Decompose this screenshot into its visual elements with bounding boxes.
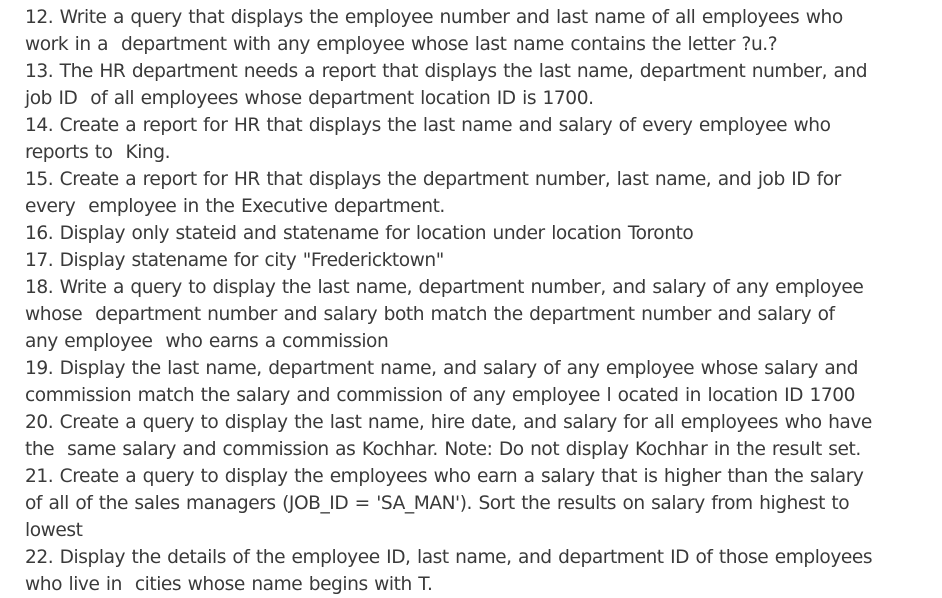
text-line: job ID of all employees whose department… — [25, 88, 594, 109]
text-line: 14. Create a report for HR that displays… — [25, 115, 831, 136]
text-line: work in a department with any employee w… — [25, 34, 778, 55]
text-line: every employee in the Executive departme… — [25, 196, 445, 217]
text-line: 21. Create a query to display the employ… — [25, 466, 864, 487]
text-line: lowest — [25, 520, 83, 541]
text-line: 22. Display the details of the employee … — [25, 547, 873, 568]
text-line: who live in cities whose name begins wit… — [25, 574, 433, 595]
text-line: reports to King. — [25, 142, 171, 163]
text-line: 18. Write a query to display the last na… — [25, 277, 864, 298]
text-line: 20. Create a query to display the last n… — [25, 412, 872, 433]
text-line: the same salary and commission as Kochha… — [25, 439, 861, 460]
text-line: 15. Create a report for HR that displays… — [25, 169, 841, 190]
text-line: 13. The HR department needs a report tha… — [25, 61, 868, 82]
exercise-list: 12. Write a query that displays the empl… — [25, 4, 942, 598]
text-line: 16. Display only stateid and statename f… — [25, 223, 694, 244]
text-line: 12. Write a query that displays the empl… — [25, 7, 843, 28]
text-line: commission match the salary and commissi… — [25, 385, 855, 406]
text-line: whose department number and salary both … — [25, 304, 835, 325]
text-line: 17. Display statename for city "Frederic… — [25, 250, 444, 271]
text-line: 19. Display the last name, department na… — [25, 358, 858, 379]
text-line: of all of the sales managers (JOB_ID = '… — [25, 493, 850, 514]
text-line: any employee who earns a commission — [25, 331, 389, 352]
